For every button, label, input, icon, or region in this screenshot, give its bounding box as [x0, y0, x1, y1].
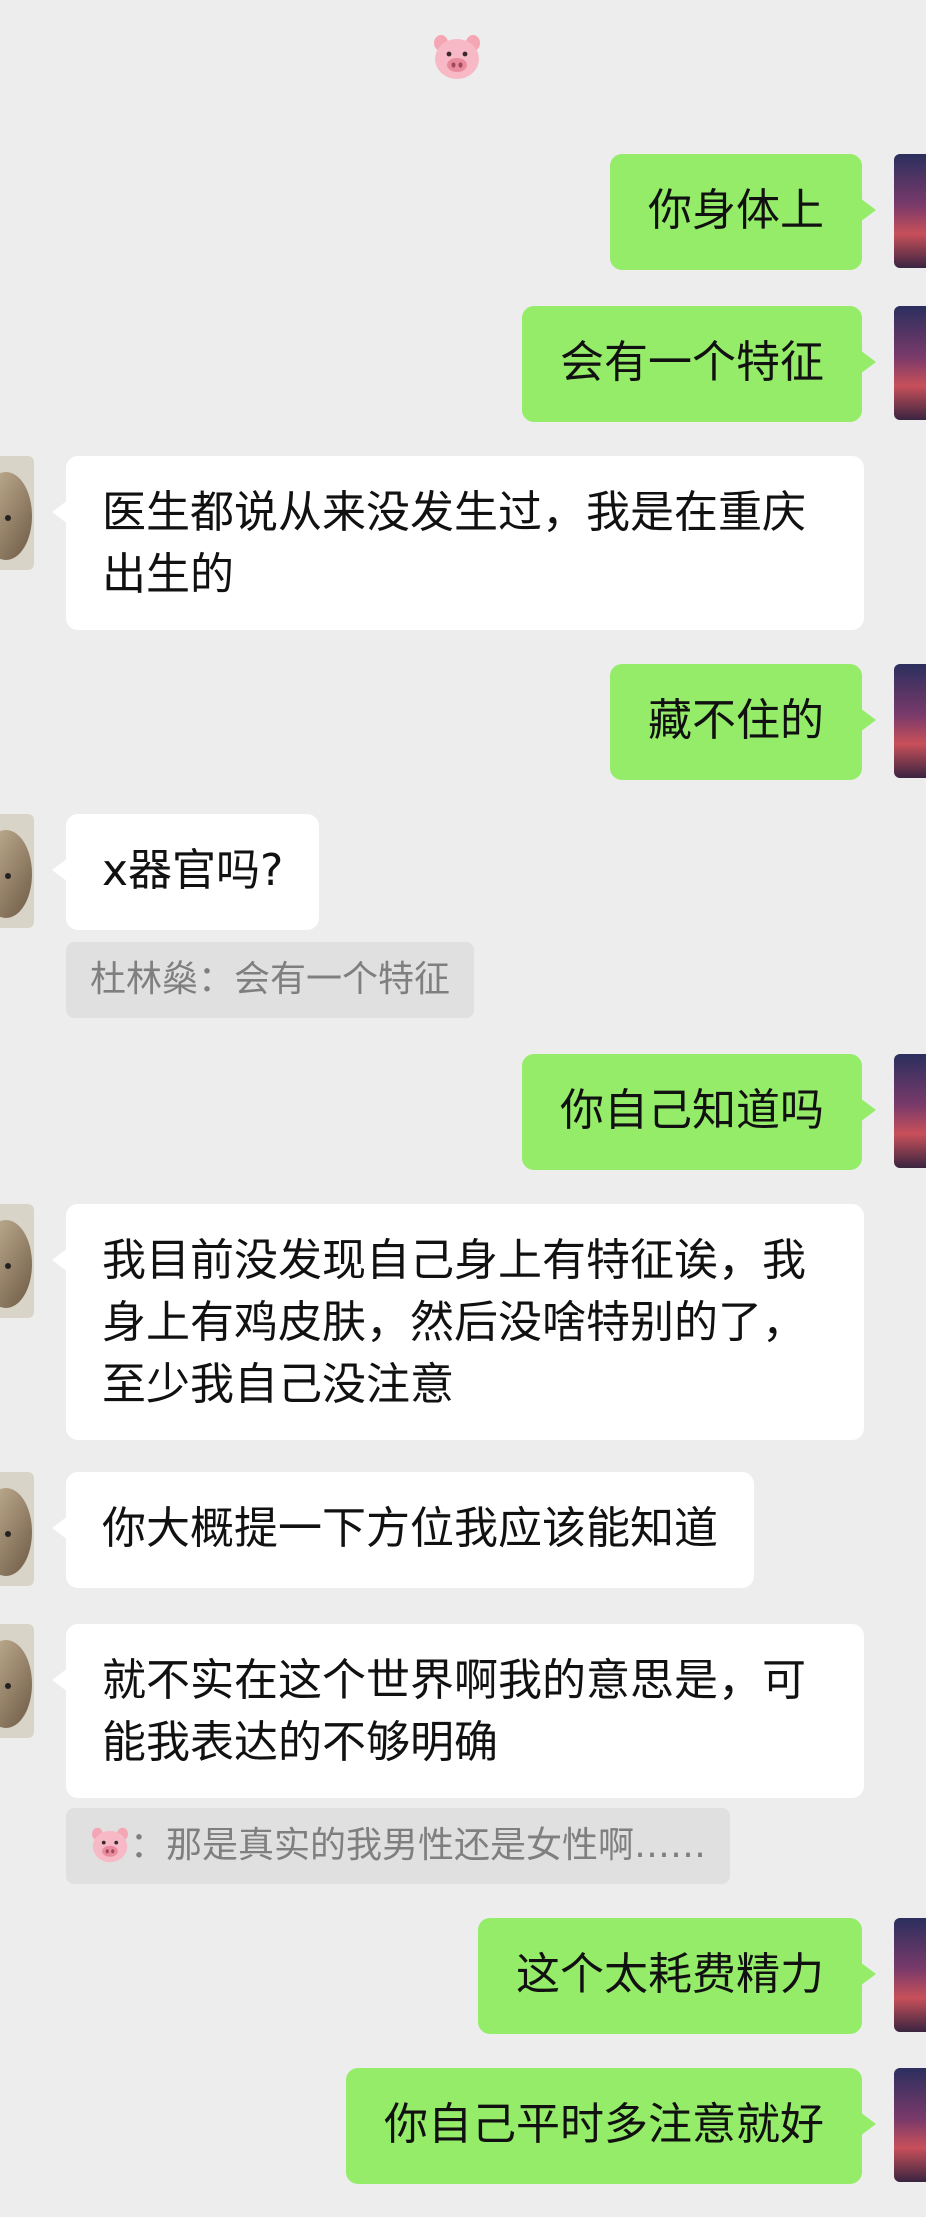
message-text: 就不实在这个世界啊我的意思是，可能我表达的不够明确 [102, 1655, 806, 1768]
my-avatar[interactable] [894, 2068, 926, 2182]
message-row: 你自己平时多注意就好 [0, 2068, 926, 2184]
pig-emoji-icon [90, 1814, 130, 1863]
message-row: 你身体上 [0, 154, 926, 270]
quote-text: 那是真实的我男性还是女性啊…… [166, 1825, 707, 1866]
message-text: 你大概提一下方位我应该能知道 [102, 1503, 718, 1554]
my-avatar[interactable] [894, 1918, 926, 2032]
message-row: 就不实在这个世界啊我的意思是，可能我表达的不够明确 [0, 1624, 926, 1798]
sent-message-bubble[interactable]: 藏不住的 [610, 664, 876, 780]
message-text: 你自己知道吗 [560, 1085, 824, 1136]
quoted-reply[interactable]: ：那是真实的我男性还是女性啊…… [66, 1808, 731, 1884]
message-row: 医生都说从来没发生过，我是在重庆出生的 [0, 456, 926, 630]
message-text: 我目前没发现自己身上有特征诶，我身上有鸡皮肤，然后没啥特别的了，至少我自己没注意 [102, 1235, 806, 1410]
message-row: 会有一个特征 [0, 306, 926, 422]
my-avatar[interactable] [894, 306, 926, 420]
my-avatar[interactable] [894, 1054, 926, 1168]
sent-message-bubble[interactable]: 你自己平时多注意就好 [346, 2068, 876, 2184]
message-row: x器官吗? [0, 814, 926, 930]
received-message-bubble[interactable]: 我目前没发现自己身上有特征诶，我身上有鸡皮肤，然后没啥特别的了，至少我自己没注意 [52, 1204, 864, 1440]
message-list[interactable]: 你身体上 会有一个特征 医生都说从来没发生过，我是在重庆出生的 藏不住的 x器官… [0, 124, 926, 2217]
quote-text: 会有一个特征 [234, 959, 451, 1000]
message-row: 我目前没发现自己身上有特征诶，我身上有鸡皮肤，然后没啥特别的了，至少我自己没注意 [0, 1204, 926, 1440]
contact-avatar[interactable] [0, 1204, 34, 1318]
message-row: 你自己知道吗 [0, 1054, 926, 1170]
contact-avatar[interactable] [0, 1624, 34, 1738]
message-row: 这个太耗费精力 [0, 1918, 926, 2034]
contact-avatar[interactable] [0, 1472, 34, 1586]
pig-emoji-icon[interactable] [432, 34, 482, 80]
received-message-bubble[interactable]: 医生都说从来没发生过，我是在重庆出生的 [52, 456, 864, 630]
quote-separator: ： [198, 959, 235, 1000]
sent-message-bubble[interactable]: 你自己知道吗 [522, 1054, 876, 1170]
message-text: 会有一个特征 [560, 337, 824, 388]
chat-header [0, 0, 926, 124]
quoted-reply[interactable]: 杜林燊：会有一个特征 [66, 942, 475, 1018]
message-text: x器官吗? [102, 845, 284, 896]
received-message-bubble[interactable]: 你大概提一下方位我应该能知道 [52, 1472, 754, 1588]
message-text: 这个太耗费精力 [516, 1949, 824, 2000]
my-avatar[interactable] [894, 664, 926, 778]
sent-message-bubble[interactable]: 会有一个特征 [522, 306, 876, 422]
contact-avatar[interactable] [0, 814, 34, 928]
message-row: 你大概提一下方位我应该能知道 [0, 1472, 926, 1588]
quote-author: 杜林燊 [90, 959, 199, 1000]
message-row: 藏不住的 [0, 664, 926, 780]
message-text: 你自己平时多注意就好 [384, 2099, 824, 2150]
sent-message-bubble[interactable]: 你身体上 [610, 154, 876, 270]
my-avatar[interactable] [894, 154, 926, 268]
message-text: 藏不住的 [648, 695, 824, 746]
message-text: 医生都说从来没发生过，我是在重庆出生的 [102, 487, 806, 600]
quote-separator: ： [130, 1825, 167, 1866]
message-text: 你身体上 [648, 185, 824, 236]
received-message-bubble[interactable]: x器官吗? [51, 814, 320, 930]
sent-message-bubble[interactable]: 这个太耗费精力 [478, 1918, 876, 2034]
received-message-bubble[interactable]: 就不实在这个世界啊我的意思是，可能我表达的不够明确 [52, 1624, 864, 1798]
contact-avatar[interactable] [0, 456, 34, 570]
